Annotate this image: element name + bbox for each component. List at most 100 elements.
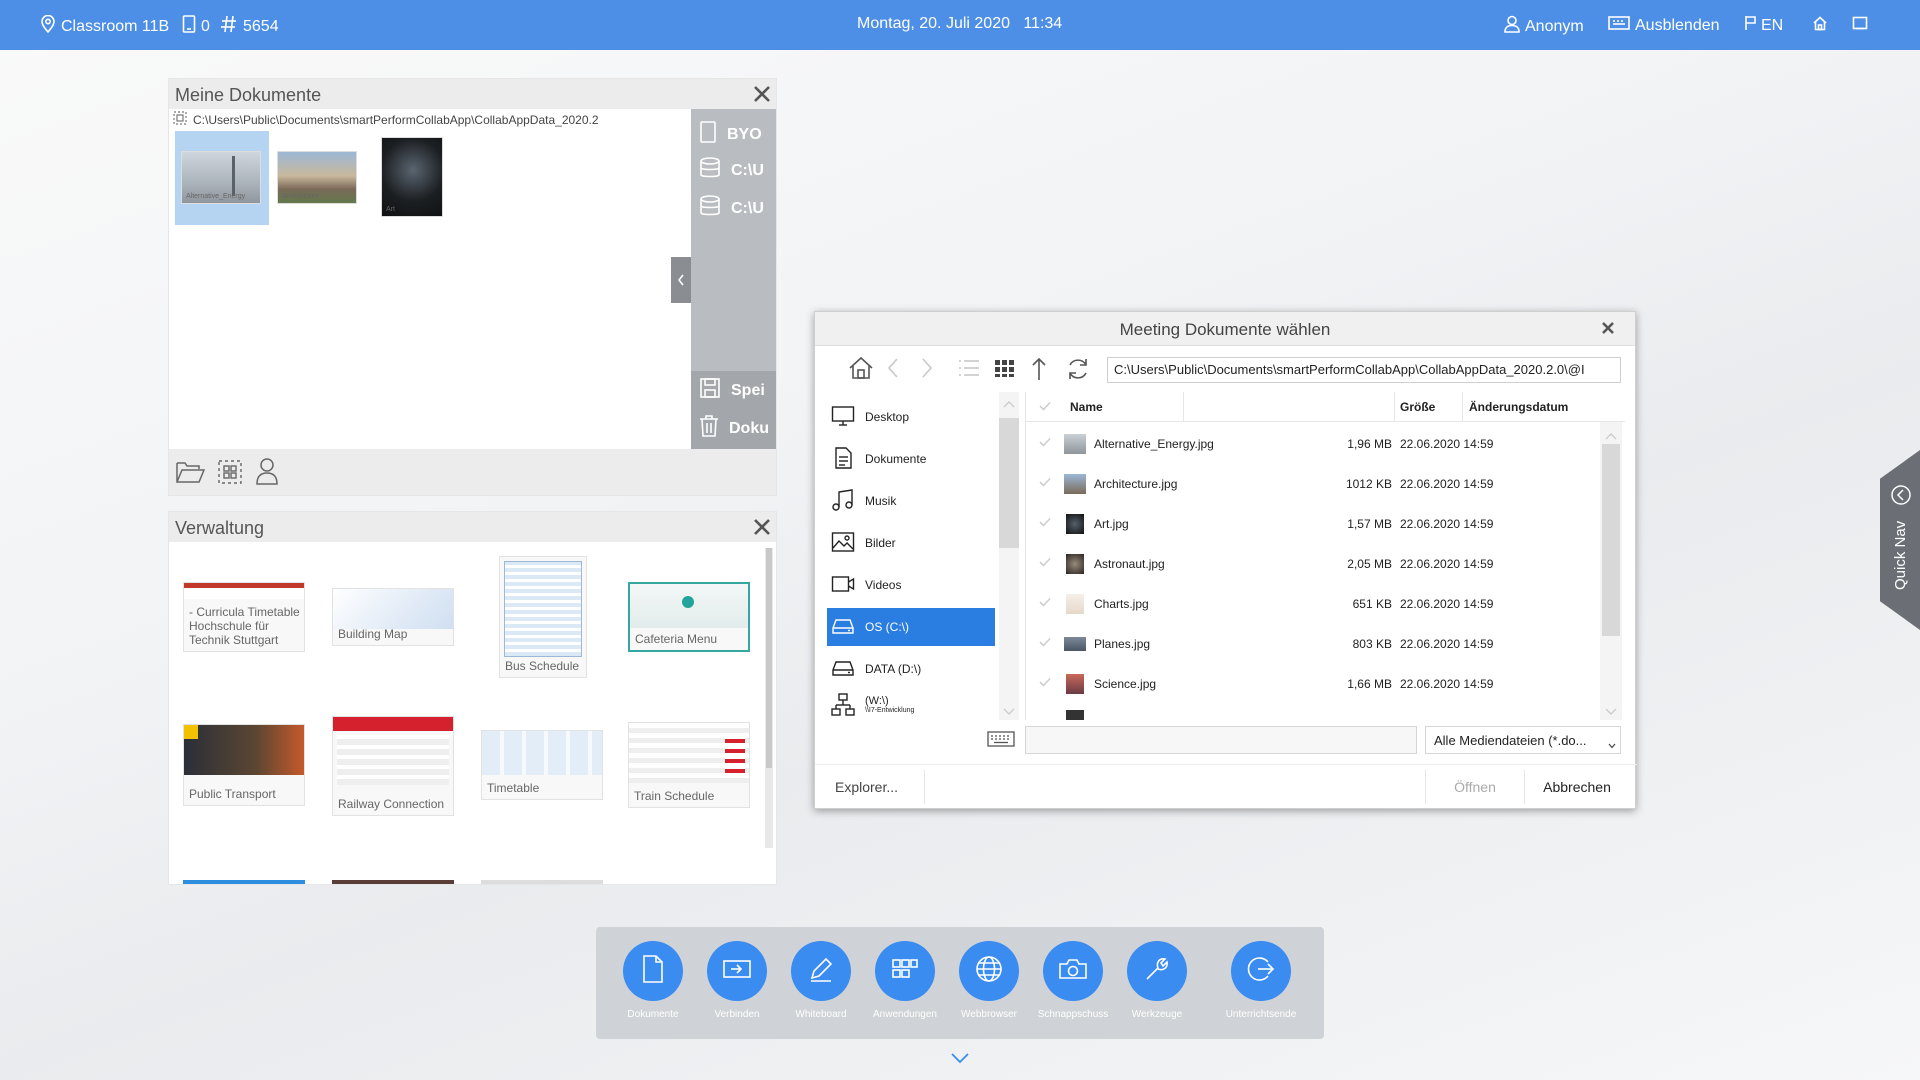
- quick-nav-tab[interactable]: Quick Nav: [1880, 450, 1920, 630]
- file-list-scrollbar[interactable]: [1600, 422, 1622, 720]
- scrollbar-thumb[interactable]: [999, 418, 1019, 548]
- tile-timetable[interactable]: Timetable: [481, 730, 603, 800]
- dock-button-circle[interactable]: [707, 941, 767, 1001]
- cancel-button[interactable]: Abbrechen: [1527, 770, 1627, 804]
- check-icon[interactable]: [1038, 596, 1052, 611]
- dock-connect-button[interactable]: Verbinden: [695, 941, 779, 1020]
- path-input[interactable]: C:\Users\Public\Documents\smartPerformCo…: [1107, 357, 1621, 383]
- forward-button[interactable]: [919, 356, 935, 385]
- tile-railway-connection[interactable]: Railway Connection: [332, 716, 454, 816]
- dock-browser-button[interactable]: Webbrowser: [947, 941, 1031, 1020]
- dock-snapshot-button[interactable]: Schnappschuss: [1031, 941, 1115, 1020]
- administration-close-button[interactable]: [753, 518, 771, 541]
- home-button[interactable]: [1812, 16, 1828, 36]
- file-size: 1,66 MB: [1347, 677, 1392, 691]
- nav-drive-c[interactable]: OS (C:\): [827, 608, 995, 646]
- dock-button-circle[interactable]: [959, 941, 1019, 1001]
- nav-music[interactable]: Musik: [827, 482, 995, 520]
- dock-tools-button[interactable]: Werkzeuge: [1115, 941, 1199, 1020]
- nav-pictures[interactable]: Bilder: [827, 524, 995, 562]
- exit-icon: [1246, 954, 1276, 989]
- my-documents-close-button[interactable]: [753, 85, 771, 108]
- language-selector[interactable]: EN: [1744, 15, 1783, 36]
- column-date[interactable]: Änderungsdatum: [1469, 400, 1568, 414]
- nav-desktop[interactable]: Desktop: [827, 398, 995, 436]
- tile-bus-schedule[interactable]: Bus Schedule: [499, 556, 587, 678]
- nav-scrollbar[interactable]: [999, 392, 1019, 720]
- scrollbar-thumb[interactable]: [766, 548, 772, 768]
- nav-drive-d[interactable]: DATA (D:\): [827, 650, 995, 688]
- room-indicator[interactable]: Classroom 11B: [40, 14, 169, 38]
- file-row-alternative-energy[interactable]: Alternative_Energy.jpg 1,96 MB 22.06.202…: [1026, 424, 1599, 464]
- dock-end-lesson-button[interactable]: Unterrichtsende: [1219, 941, 1303, 1020]
- refresh-button[interactable]: [1065, 356, 1091, 387]
- keyboard-button[interactable]: [987, 730, 1015, 753]
- dock-whiteboard-button[interactable]: Whiteboard: [779, 941, 863, 1020]
- dock-documents-button[interactable]: Dokumente: [611, 941, 695, 1020]
- dock-button-circle[interactable]: [875, 941, 935, 1001]
- nav-documents[interactable]: Dokumente: [827, 440, 995, 478]
- user-menu[interactable]: Anonym: [1504, 15, 1584, 38]
- dock-button-circle[interactable]: [1127, 941, 1187, 1001]
- collapse-tab[interactable]: [671, 257, 691, 303]
- file-row-charts[interactable]: Charts.jpg 651 KB 22.06.2020 14:59: [1026, 584, 1599, 624]
- tile-curricula-timetable[interactable]: - Curricula Timetable Hochschule für Tec…: [183, 582, 305, 652]
- check-icon[interactable]: [1038, 636, 1052, 651]
- list-view-button[interactable]: [957, 356, 981, 385]
- check-icon[interactable]: [1038, 436, 1052, 451]
- thumbnail-architecture[interactable]: Architecture: [277, 151, 357, 204]
- save-button[interactable]: Spei: [699, 377, 765, 404]
- tile-cafeteria-menu[interactable]: Cafeteria Menu: [628, 582, 750, 652]
- filename-input[interactable]: [1025, 726, 1417, 754]
- up-folder-button[interactable]: [1029, 356, 1049, 387]
- tile-public-transport[interactable]: Public Transport: [183, 724, 305, 806]
- dock-button-circle[interactable]: [1043, 941, 1103, 1001]
- dock-apps-button[interactable]: Anwendungen: [863, 941, 947, 1020]
- nav-videos[interactable]: Videos: [827, 566, 995, 604]
- user-icon[interactable]: [255, 457, 279, 490]
- tile-label: - Curricula Timetable Hochschule für Tec…: [189, 605, 300, 647]
- session-id[interactable]: 5654: [220, 15, 279, 38]
- home-nav-button[interactable]: [848, 356, 874, 385]
- delete-button[interactable]: Doku: [699, 415, 769, 442]
- nav-network-drive[interactable]: (W:\) \\I7-Entwicklung: [827, 692, 995, 720]
- check-icon[interactable]: [1038, 676, 1052, 691]
- datetime-label: Montag, 20. Juli 2020 11:34: [857, 15, 1063, 32]
- dock-button-circle[interactable]: [791, 941, 851, 1001]
- thumbnail-art[interactable]: Art: [381, 137, 443, 217]
- source-drive-2[interactable]: C:\U: [699, 195, 764, 222]
- file-row-architecture[interactable]: Architecture.jpg 1012 KB 22.06.2020 14:5…: [1026, 464, 1599, 504]
- back-button[interactable]: [885, 356, 901, 385]
- explorer-button[interactable]: Explorer...: [835, 770, 925, 804]
- source-byod[interactable]: BYO: [699, 121, 762, 148]
- hide-button[interactable]: Ausblenden: [1608, 15, 1720, 36]
- check-icon[interactable]: [1038, 556, 1052, 571]
- device-count[interactable]: 0: [182, 15, 210, 38]
- tile-train-schedule[interactable]: Train Schedule: [628, 722, 750, 808]
- file-row-astronaut[interactable]: Astronaut.jpg 2,05 MB 22.06.2020 14:59: [1026, 544, 1599, 584]
- check-icon[interactable]: [1038, 476, 1052, 491]
- thumbnail-alternative-energy[interactable]: Alternative_Energy: [181, 151, 261, 204]
- dock-collapse-button[interactable]: [950, 1052, 970, 1071]
- folder-open-icon[interactable]: [175, 459, 206, 490]
- file-type-filter[interactable]: Alle Mediendateien (*.do...: [1425, 726, 1621, 754]
- column-size[interactable]: Größe: [1400, 400, 1435, 414]
- window-button[interactable]: [1852, 16, 1868, 36]
- dock-button-circle[interactable]: [623, 941, 683, 1001]
- tile-building-map[interactable]: Building Map: [332, 588, 454, 646]
- administration-scrollbar[interactable]: [765, 548, 773, 848]
- nav-network-text: (W:\) \\I7-Entwicklung: [865, 696, 914, 716]
- column-name[interactable]: Name: [1070, 400, 1103, 414]
- select-all-icon[interactable]: [217, 459, 243, 490]
- check-icon[interactable]: [1038, 400, 1052, 415]
- dialog-close-button[interactable]: [1601, 321, 1615, 340]
- file-row-planes[interactable]: Planes.jpg 803 KB 22.06.2020 14:59: [1026, 624, 1599, 664]
- file-row-art[interactable]: Art.jpg 1,57 MB 22.06.2020 14:59: [1026, 504, 1599, 544]
- grid-view-button[interactable]: [993, 356, 1017, 385]
- source-drive-1[interactable]: C:\U: [699, 157, 764, 184]
- open-button[interactable]: Öffnen: [1425, 770, 1525, 804]
- check-icon[interactable]: [1038, 516, 1052, 531]
- file-row-science[interactable]: Science.jpg 1,66 MB 22.06.2020 14:59: [1026, 664, 1599, 704]
- dock-button-circle[interactable]: [1231, 941, 1291, 1001]
- scrollbar-thumb[interactable]: [1602, 444, 1620, 636]
